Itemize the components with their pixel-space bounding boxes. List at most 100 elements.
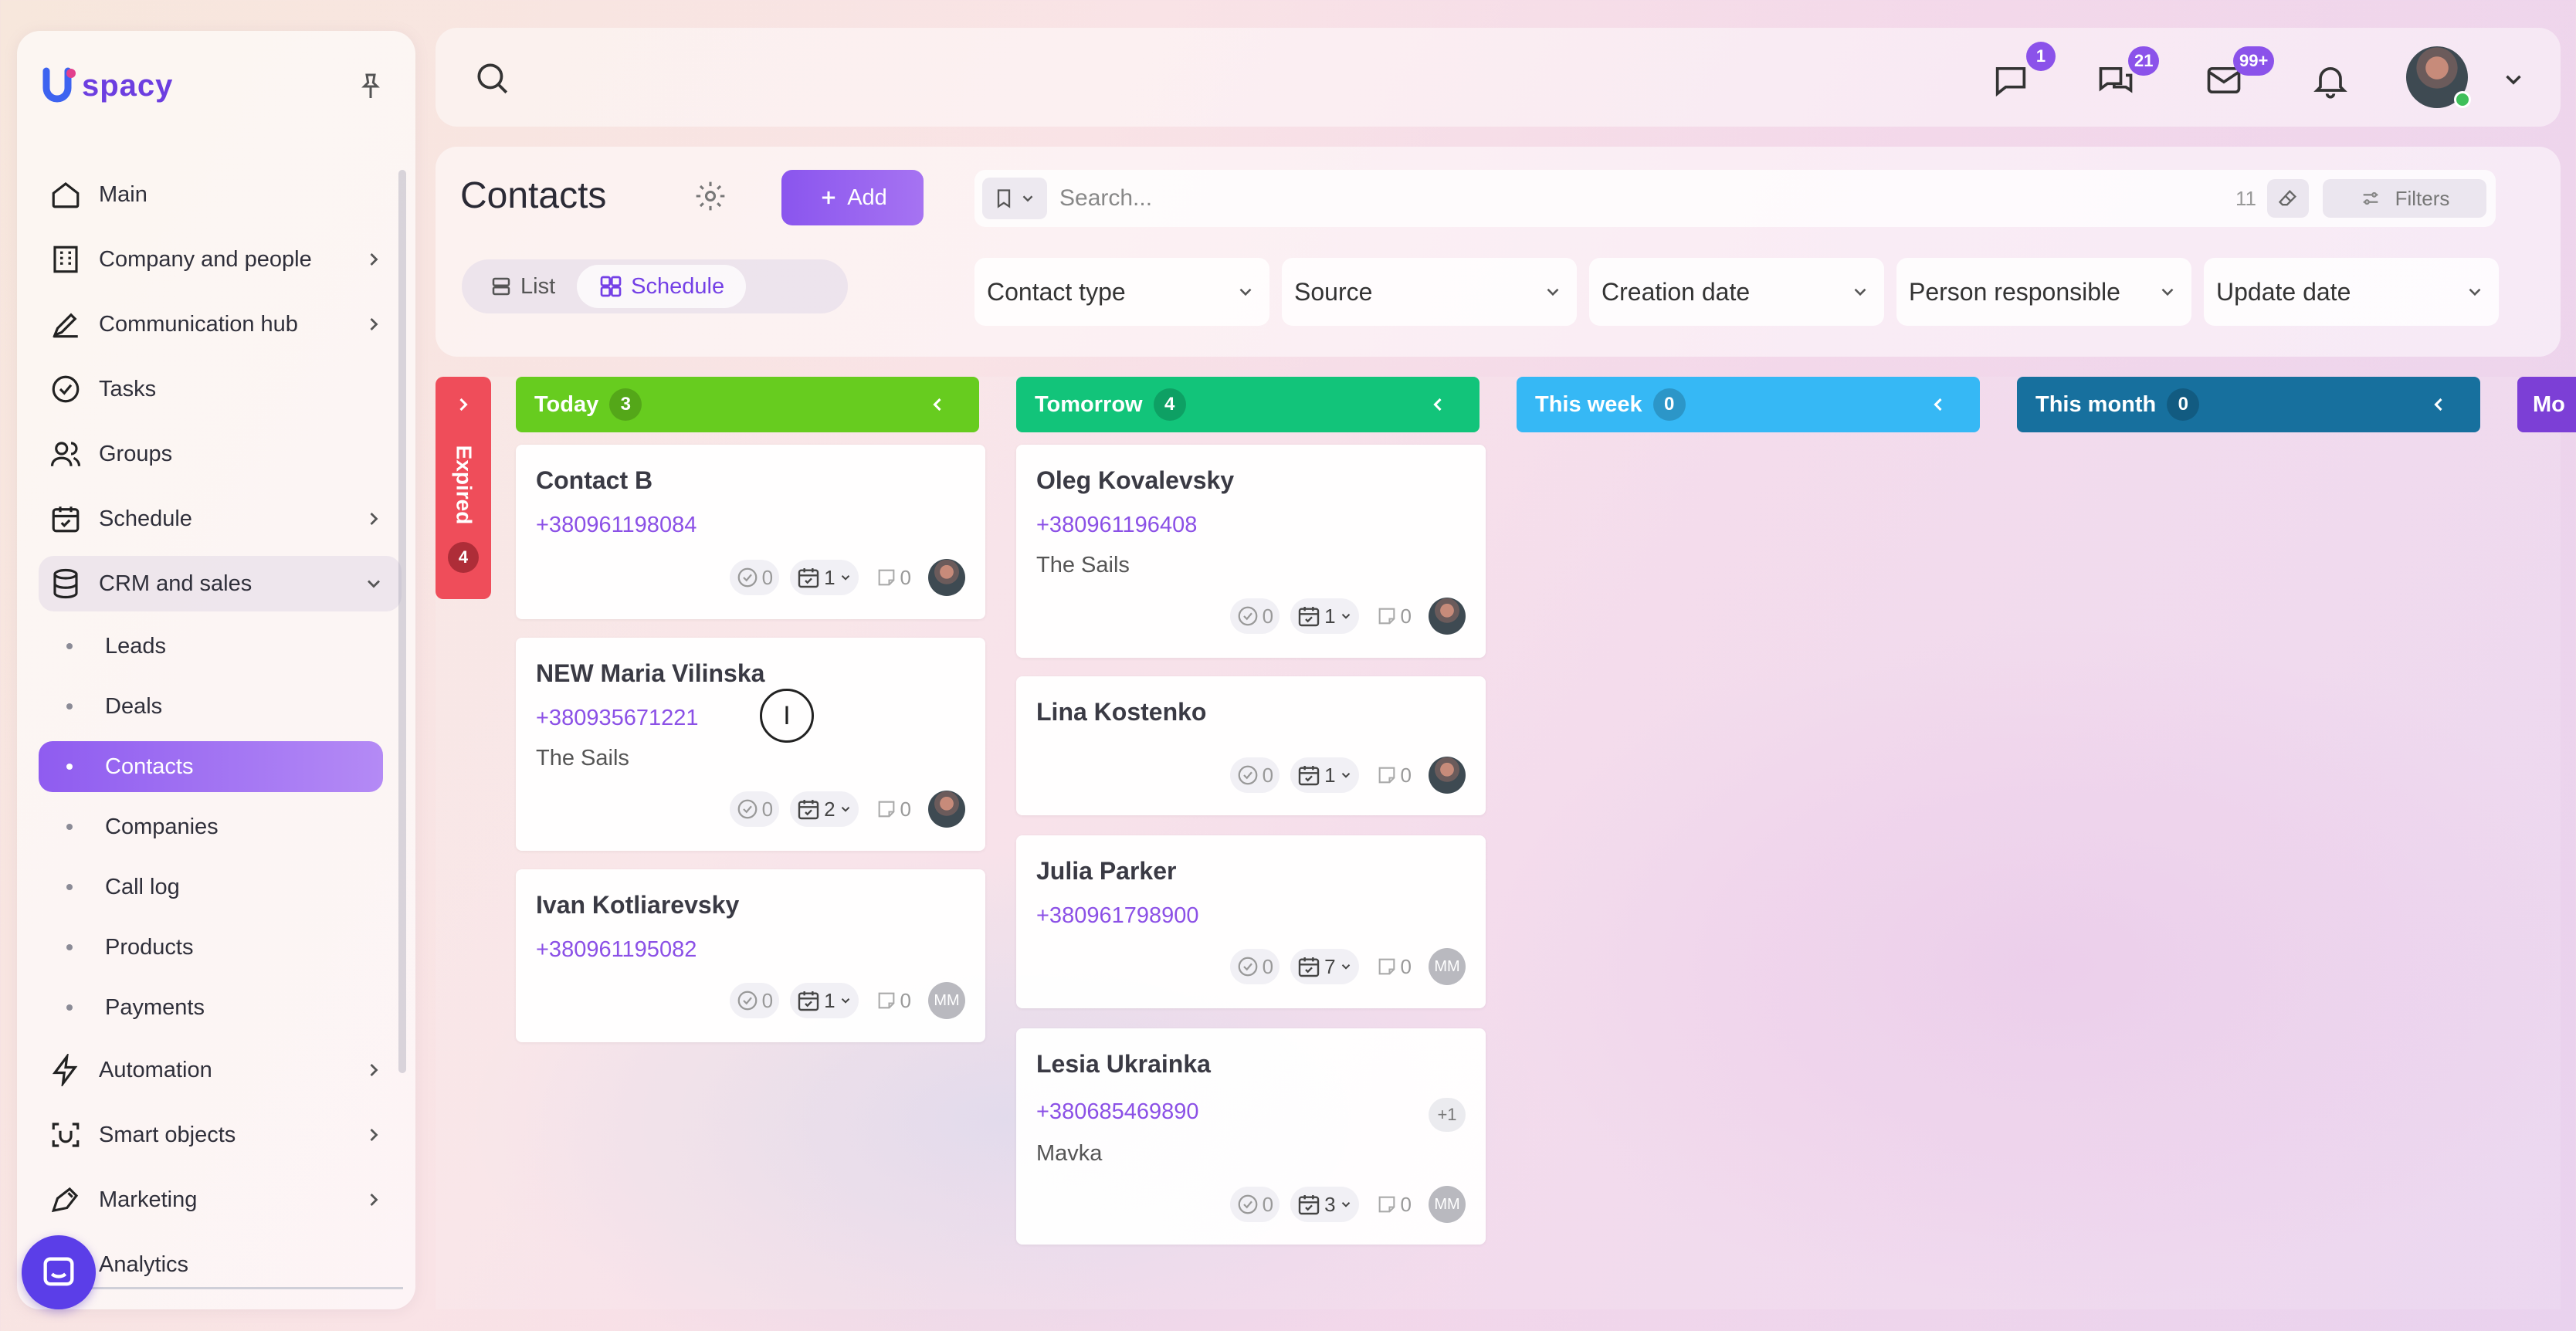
gear-icon[interactable] <box>693 179 727 213</box>
notes-chip[interactable]: 0 <box>869 983 917 1018</box>
tasks-count: 0 <box>1262 604 1274 628</box>
events-chip[interactable]: 1 <box>1290 757 1359 793</box>
saved-searches-button[interactable] <box>982 178 1047 219</box>
responsible-avatar[interactable]: MM <box>1429 948 1466 985</box>
contact-name[interactable]: Lesia Ukrainka <box>1036 1050 1211 1079</box>
responsible-avatar[interactable] <box>1429 598 1466 635</box>
tasks-chip[interactable]: 0 <box>729 791 780 827</box>
message-icon[interactable] <box>1991 60 2031 100</box>
contact-card[interactable]: Contact B +380961198084 0 1 0 <box>516 445 985 619</box>
more-phones-badge[interactable]: +1 <box>1429 1098 1466 1132</box>
tasks-chip[interactable]: 0 <box>1229 757 1280 793</box>
events-chip[interactable]: 7 <box>1290 949 1359 984</box>
support-chat-button[interactable] <box>22 1235 96 1309</box>
events-chip[interactable]: 1 <box>790 560 859 595</box>
sidebar-subitem-products[interactable]: Products <box>39 922 383 973</box>
responsible-avatar[interactable]: MM <box>1429 1186 1466 1223</box>
contact-card[interactable]: Lesia Ukrainka +380685469890 +1 Mavka 0 … <box>1016 1028 1486 1245</box>
events-chip[interactable]: 3 <box>1290 1187 1359 1222</box>
column-header-more[interactable]: Mo <box>2517 377 2576 432</box>
notes-chip[interactable]: 0 <box>1370 1187 1418 1222</box>
sidebar-item-smart-objects[interactable]: Smart objects <box>39 1107 402 1163</box>
column-header-this-week[interactable]: This week 0 <box>1517 377 1980 432</box>
tasks-chip[interactable]: 0 <box>1229 598 1280 634</box>
contact-phone[interactable]: +380961196408 <box>1036 513 1197 538</box>
list-view-button[interactable]: List <box>468 265 577 308</box>
sidebar-item-automation[interactable]: Automation <box>39 1042 402 1098</box>
contact-card[interactable]: Lina Kostenko 0 1 0 <box>1016 676 1486 815</box>
app-logo[interactable]: spacy <box>40 59 173 113</box>
contact-phone[interactable]: +380961195082 <box>536 937 697 963</box>
contact-phone[interactable]: +380935671221 <box>536 706 698 731</box>
bell-icon[interactable] <box>2310 60 2351 100</box>
sidebar-item-main[interactable]: Main <box>39 167 402 222</box>
contact-name[interactable]: Julia Parker <box>1036 857 1176 886</box>
events-chip[interactable]: 2 <box>790 791 859 827</box>
sidebar-scrollbar[interactable] <box>398 170 406 1073</box>
tasks-chip[interactable]: 0 <box>729 983 780 1018</box>
contact-card[interactable]: Julia Parker +380961798900 0 7 0 MM <box>1016 835 1486 1008</box>
note-icon <box>878 569 894 586</box>
sidebar-subitem-companies[interactable]: Companies <box>39 801 383 852</box>
update-date-dropdown[interactable]: Update date <box>2204 258 2499 326</box>
sidebar-subitem-label: Contacts <box>105 754 194 779</box>
contact-phone[interactable]: +380685469890 <box>1036 1099 1198 1125</box>
sidebar-item-schedule[interactable]: Schedule <box>39 491 402 547</box>
person-responsible-dropdown[interactable]: Person responsible <box>1896 258 2191 326</box>
notes-chip[interactable]: 0 <box>1370 598 1418 634</box>
responsible-avatar[interactable]: MM <box>928 982 965 1019</box>
column-header-this-month[interactable]: This month 0 <box>2017 377 2480 432</box>
sidebar-item-tasks[interactable]: Tasks <box>39 361 402 417</box>
add-button[interactable]: Add <box>781 170 924 225</box>
sidebar-subitem-deals[interactable]: Deals <box>39 681 383 732</box>
contact-name[interactable]: NEW Maria Vilinska <box>536 659 764 688</box>
chevron-left-icon[interactable] <box>1427 394 1449 415</box>
chevron-left-icon[interactable] <box>2428 394 2449 415</box>
search-icon[interactable] <box>473 59 511 97</box>
sidebar-item-company-and-people[interactable]: Company and people <box>39 232 402 287</box>
events-chip[interactable]: 1 <box>1290 598 1359 634</box>
creation-date-dropdown[interactable]: Creation date <box>1589 258 1884 326</box>
notes-chip[interactable]: 0 <box>869 791 917 827</box>
pin-icon[interactable] <box>355 71 386 102</box>
column-header-tomorrow[interactable]: Tomorrow 4 <box>1016 377 1480 432</box>
tasks-chip[interactable]: 0 <box>729 560 780 595</box>
contact-phone[interactable]: +380961198084 <box>536 513 697 538</box>
schedule-view-button[interactable]: Schedule <box>577 265 747 308</box>
contact-phone[interactable]: +380961798900 <box>1036 903 1198 929</box>
sidebar-subitem-payments[interactable]: Payments <box>39 982 383 1033</box>
contact-card[interactable]: Oleg Kovalevsky +380961196408 The Sails … <box>1016 445 1486 658</box>
responsible-avatar[interactable] <box>928 791 965 828</box>
tasks-chip[interactable]: 0 <box>1229 949 1280 984</box>
responsible-avatar[interactable] <box>1429 757 1466 794</box>
notes-chip[interactable]: 0 <box>869 560 917 595</box>
sidebar-item-groups[interactable]: Groups <box>39 426 402 482</box>
contact-name[interactable]: Ivan Kotliarevsky <box>536 891 739 920</box>
chevron-left-icon[interactable] <box>1927 394 1949 415</box>
sidebar-item-crm-and-sales[interactable]: CRM and sales <box>39 556 402 611</box>
notes-chip[interactable]: 0 <box>1370 949 1418 984</box>
eraser-icon[interactable] <box>2267 179 2309 218</box>
sidebar-subitem-leads[interactable]: Leads <box>39 621 383 672</box>
search-input[interactable]: Search... <box>1059 170 1152 227</box>
source-dropdown[interactable]: Source <box>1282 258 1577 326</box>
sidebar-subitem-contacts[interactable]: Contacts <box>39 741 383 792</box>
contact-card[interactable]: Ivan Kotliarevsky +380961195082 0 1 0 MM <box>516 869 985 1042</box>
contact-name[interactable]: Oleg Kovalevsky <box>1036 466 1234 495</box>
expired-column-collapsed[interactable]: Expired 4 <box>436 377 491 599</box>
chevron-down-icon[interactable] <box>2500 66 2527 93</box>
contact-card[interactable]: NEW Maria Vilinska +380935671221 The Sai… <box>516 638 985 851</box>
sidebar-item-communication-hub[interactable]: Communication hub <box>39 296 402 352</box>
tasks-chip[interactable]: 0 <box>1229 1187 1280 1222</box>
contact-name[interactable]: Contact B <box>536 466 652 495</box>
contact-name[interactable]: Lina Kostenko <box>1036 698 1206 726</box>
notes-chip[interactable]: 0 <box>1370 757 1418 793</box>
column-header-today[interactable]: Today 3 <box>516 377 979 432</box>
sidebar-subitem-call-log[interactable]: Call log <box>39 862 383 913</box>
filters-button[interactable]: Filters <box>2323 179 2486 218</box>
responsible-avatar[interactable] <box>928 559 965 596</box>
sidebar-item-marketing[interactable]: Marketing <box>39 1172 402 1228</box>
chevron-left-icon[interactable] <box>927 394 948 415</box>
events-chip[interactable]: 1 <box>790 983 859 1018</box>
contact-type-dropdown[interactable]: Contact type <box>974 258 1269 326</box>
